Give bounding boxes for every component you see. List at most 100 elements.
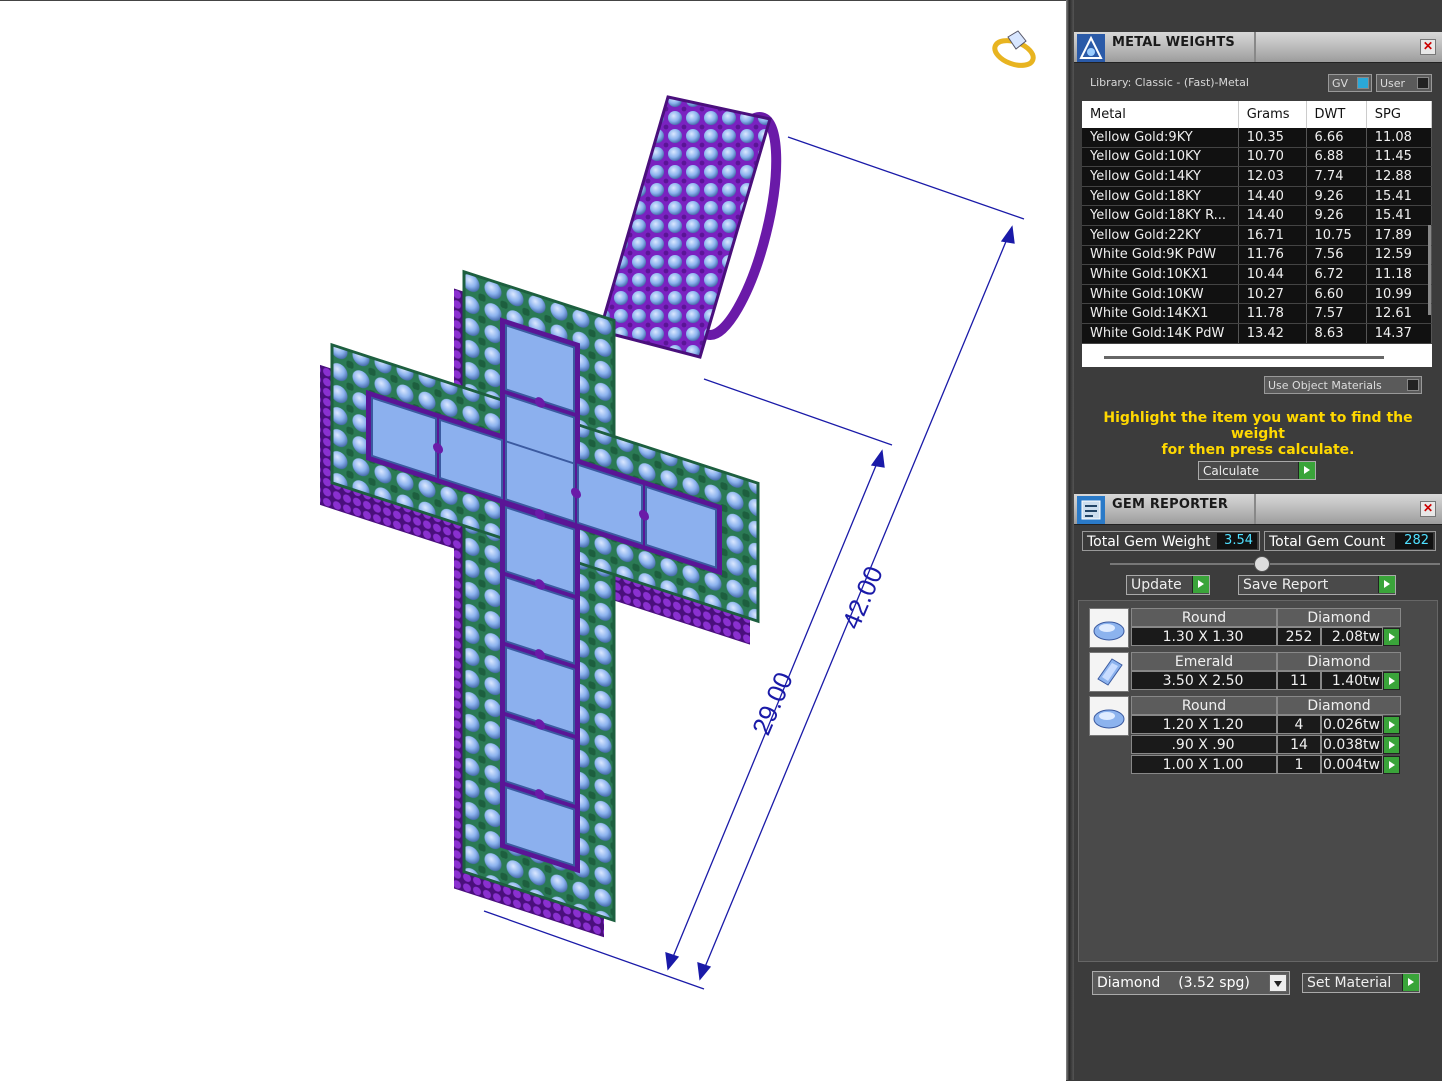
- user-toggle[interactable]: User: [1376, 74, 1432, 92]
- metal-table-row[interactable]: Yellow Gold:9KY 10.35 6.66 11.08: [1082, 128, 1432, 148]
- cell-metal: Yellow Gold:18KY: [1082, 186, 1239, 207]
- metal-table-row[interactable]: Yellow Gold:22KY 16.71 10.75 17.89: [1082, 225, 1432, 246]
- cell-metal: White Gold:9K PdW: [1082, 245, 1239, 266]
- metal-table-row[interactable]: White Gold:14KX1 11.78 7.57 12.61: [1082, 303, 1432, 324]
- close-icon[interactable]: ✕: [1420, 501, 1436, 517]
- metal-weights-title: METAL WEIGHTS: [1112, 35, 1235, 50]
- total-gem-count-value: 282: [1395, 533, 1433, 549]
- calculate-button[interactable]: Calculate: [1198, 461, 1316, 480]
- cell-grams: 12.03: [1238, 166, 1307, 187]
- tab-edge: [1254, 494, 1256, 524]
- metal-table-row[interactable]: White Gold:9K PdW 11.76 7.56 12.59: [1082, 245, 1432, 266]
- gem-qty: 1: [1277, 755, 1321, 774]
- play-arrow-icon: [1298, 462, 1315, 479]
- cell-dwt: 6.88: [1306, 147, 1367, 168]
- play-arrow-icon[interactable]: [1383, 672, 1400, 690]
- cell-metal: Yellow Gold:10KY: [1082, 147, 1239, 168]
- round-gem-icon: [1089, 696, 1129, 736]
- use-object-materials-label: Use Object Materials: [1268, 379, 1382, 392]
- metal-table[interactable]: Metal Grams DWT SPG Yellow Gold:9KY 10.35…: [1082, 101, 1432, 367]
- splitter-knob[interactable]: [1254, 556, 1270, 572]
- cell-grams: 13.42: [1238, 323, 1307, 344]
- total-gem-weight: Total Gem Weight 3.54: [1082, 531, 1260, 551]
- user-indicator: [1417, 77, 1429, 89]
- play-arrow-icon[interactable]: [1383, 628, 1400, 646]
- gem-total-weight: 1.40tw: [1321, 671, 1383, 690]
- total-gem-weight-value: 3.54: [1217, 533, 1257, 549]
- gem-shape: Round: [1131, 608, 1277, 627]
- cell-spg: 15.41: [1366, 205, 1432, 226]
- save-report-button[interactable]: Save Report: [1238, 575, 1396, 595]
- metal-table-row[interactable]: Yellow Gold:18KY 14.40 9.26 15.41: [1082, 186, 1432, 207]
- gem-report-icon: [1077, 496, 1105, 524]
- cell-dwt: 7.74: [1306, 166, 1367, 187]
- cell-grams: 14.40: [1238, 205, 1307, 226]
- close-icon[interactable]: ✕: [1420, 39, 1436, 55]
- horizontal-scrollbar[interactable]: [1104, 356, 1384, 359]
- gem-reporter-title: GEM REPORTER: [1112, 497, 1229, 512]
- metal-table-header: Metal Grams DWT SPG: [1082, 101, 1432, 128]
- use-object-materials-toggle[interactable]: Use Object Materials: [1264, 376, 1422, 394]
- gem-size: 1.00 X 1.00: [1131, 755, 1277, 774]
- metal-weights-header[interactable]: METAL WEIGHTS ✕: [1074, 32, 1442, 63]
- set-material-button[interactable]: Set Material: [1302, 973, 1420, 993]
- panel-splitter[interactable]: [1066, 0, 1074, 1080]
- gem-size: 1.20 X 1.20: [1131, 715, 1277, 734]
- play-arrow-icon[interactable]: [1383, 736, 1400, 754]
- chevron-down-icon[interactable]: [1269, 974, 1287, 992]
- cell-metal: White Gold:10KW: [1082, 284, 1239, 305]
- gem-size: 1.30 X 1.30: [1131, 627, 1277, 646]
- gem-shape: Round: [1131, 696, 1277, 715]
- cell-metal: White Gold:14K PdW: [1082, 323, 1239, 344]
- 3d-viewport[interactable]: 42.00 29.00: [0, 0, 1066, 1081]
- gem-total-weight: 0.004tw: [1321, 755, 1383, 774]
- gv-toggle[interactable]: GV: [1328, 74, 1372, 92]
- cell-spg: 15.41: [1366, 186, 1432, 207]
- metal-table-row[interactable]: White Gold:10KW 10.27 6.60 10.99: [1082, 284, 1432, 305]
- cell-spg: 12.61: [1366, 303, 1432, 324]
- metal-table-row[interactable]: White Gold:10KX1 10.44 6.72 11.18: [1082, 264, 1432, 285]
- cell-dwt: 6.72: [1306, 264, 1367, 285]
- cell-grams: 11.78: [1238, 303, 1307, 324]
- gv-label: GV: [1332, 77, 1349, 90]
- col-metal[interactable]: Metal: [1082, 101, 1239, 128]
- vertical-scrollbar[interactable]: [1428, 225, 1431, 315]
- cell-grams: 10.35: [1238, 128, 1307, 148]
- cell-spg: 11.08: [1366, 128, 1432, 148]
- col-grams[interactable]: Grams: [1238, 101, 1307, 128]
- cell-dwt: 7.56: [1306, 245, 1367, 266]
- update-label: Update: [1131, 577, 1182, 593]
- gem-type: Diamond: [1277, 608, 1401, 627]
- metal-table-row[interactable]: Yellow Gold:10KY 10.70 6.88 11.45: [1082, 147, 1432, 168]
- cell-dwt: 10.75: [1306, 225, 1367, 246]
- cell-grams: 10.70: [1238, 147, 1307, 168]
- user-label: User: [1380, 77, 1406, 90]
- cell-spg: 11.18: [1366, 264, 1432, 285]
- material-select[interactable]: Diamond (3.52 spg): [1092, 971, 1290, 995]
- ring-logo-icon: [992, 30, 1036, 68]
- play-arrow-icon[interactable]: [1383, 756, 1400, 774]
- highlight-instructions: Highlight the item you want to find the …: [1094, 410, 1422, 458]
- metal-table-row[interactable]: Yellow Gold:18KY R... 14.40 9.26 15.41: [1082, 205, 1432, 226]
- gem-size: 3.50 X 2.50: [1131, 671, 1277, 690]
- update-button[interactable]: Update: [1126, 575, 1210, 595]
- gem-shape: Emerald: [1131, 652, 1277, 671]
- col-dwt[interactable]: DWT: [1306, 101, 1367, 128]
- gem-qty: 11: [1277, 671, 1321, 690]
- gem-qty: 14: [1277, 735, 1321, 754]
- cell-grams: 14.40: [1238, 186, 1307, 207]
- use-object-materials-indicator: [1407, 379, 1419, 391]
- gem-type: Diamond: [1277, 652, 1401, 671]
- play-arrow-icon[interactable]: [1383, 716, 1400, 734]
- cell-metal: Yellow Gold:22KY: [1082, 225, 1239, 246]
- cell-spg: 11.45: [1366, 147, 1432, 168]
- dimension-overall: 42.00: [836, 562, 889, 634]
- cell-spg: 12.59: [1366, 245, 1432, 266]
- gem-size: .90 X .90: [1131, 735, 1277, 754]
- metal-table-row[interactable]: Yellow Gold:14KY 12.03 7.74 12.88: [1082, 166, 1432, 187]
- gem-reporter-header[interactable]: GEM REPORTER ✕: [1074, 494, 1442, 525]
- cell-spg: 17.89: [1366, 225, 1432, 246]
- metal-table-row[interactable]: White Gold:14K PdW 13.42 8.63 14.37: [1082, 323, 1432, 344]
- col-spg[interactable]: SPG: [1366, 101, 1432, 128]
- cell-dwt: 7.57: [1306, 303, 1367, 324]
